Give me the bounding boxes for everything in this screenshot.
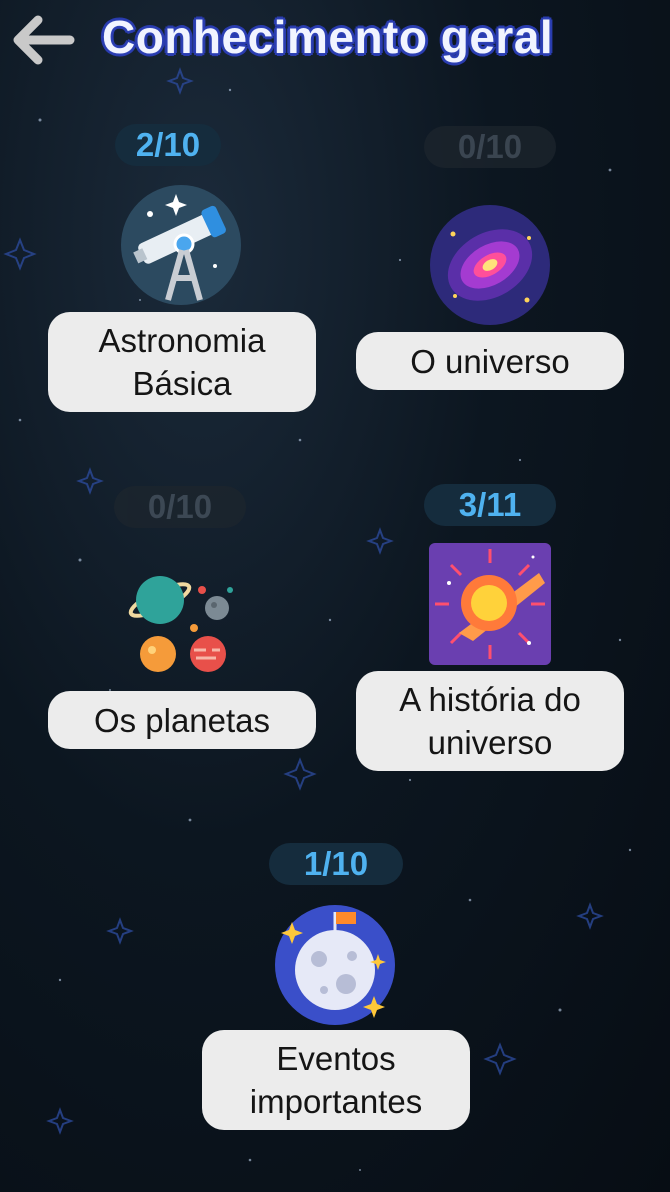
topic-label: A história do universo <box>356 671 624 771</box>
topic-label: O universo <box>356 332 624 390</box>
topic-label: Eventos importantes <box>202 1030 470 1130</box>
back-button[interactable] <box>8 14 76 66</box>
topic-label: Os planetas <box>48 691 316 749</box>
planets-icon <box>128 576 233 672</box>
header: Conhecimento geral <box>0 0 670 90</box>
progress-badge: 3/11 <box>424 484 556 526</box>
topic-card-eventos-importantes[interactable]: 1/10 Eventos importantes <box>196 840 476 1140</box>
big-bang-icon <box>429 543 551 665</box>
topic-card-astronomia-basica[interactable]: 2/10 Astronomia Básica <box>40 120 330 420</box>
arrow-left-icon <box>13 15 75 65</box>
galaxy-icon <box>430 205 550 325</box>
progress-badge: 1/10 <box>269 843 403 885</box>
topic-card-os-planetas[interactable]: 0/10 Os planetas <box>40 480 330 760</box>
topic-label: Astronomia Básica <box>48 312 316 412</box>
telescope-icon <box>121 185 241 305</box>
topic-card-o-universo[interactable]: 0/10 O universo <box>350 120 640 420</box>
topic-card-a-historia-do-universo[interactable]: 3/11 A história do universo <box>350 480 640 780</box>
progress-badge: 2/10 <box>115 124 221 166</box>
progress-badge: 0/10 <box>114 486 246 528</box>
progress-badge: 0/10 <box>424 126 556 168</box>
moon-landing-icon <box>275 905 395 1025</box>
page-title: Conhecimento geral <box>102 11 554 63</box>
